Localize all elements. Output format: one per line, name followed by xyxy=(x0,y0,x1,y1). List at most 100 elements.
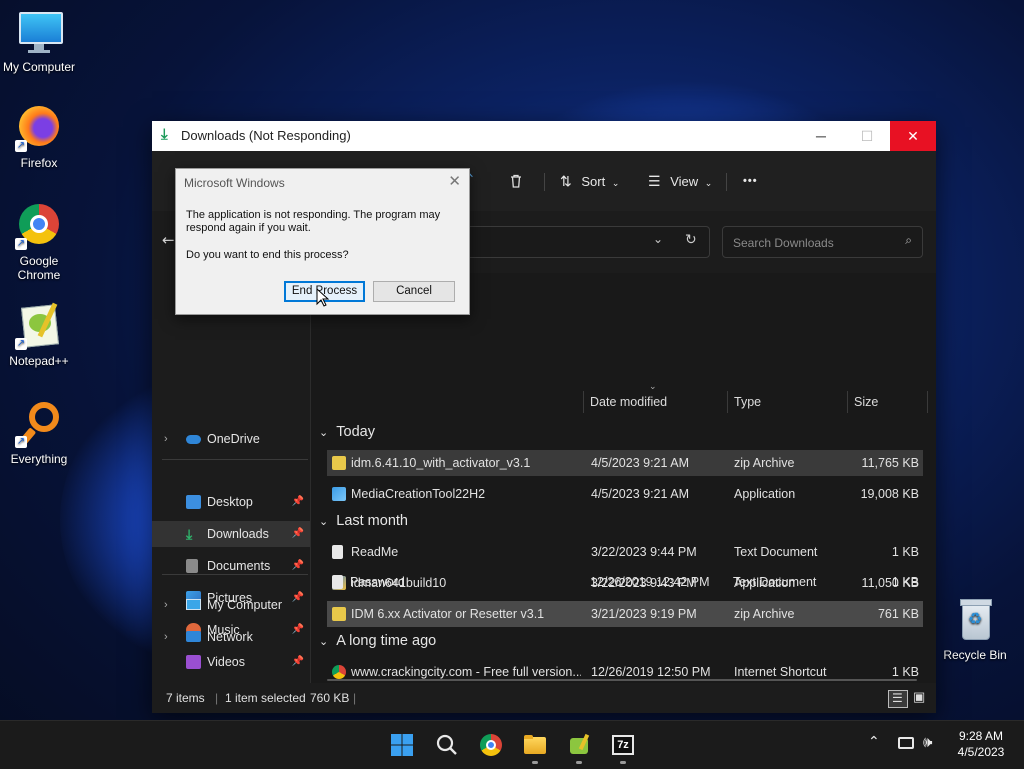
desktop-icon-label: Google Chrome xyxy=(17,254,61,282)
minimize-button[interactable]: ─ xyxy=(798,121,844,151)
chevron-down-icon: ⌄ xyxy=(319,427,329,439)
sort-button[interactable]: ⇅ Sort ⌄ xyxy=(560,167,619,195)
desktop-icon-chrome[interactable]: ↗ Google Chrome xyxy=(1,202,77,282)
column-separator[interactable] xyxy=(847,391,848,413)
desktop-icon-firefox[interactable]: ↗ Firefox xyxy=(1,104,77,170)
desktop-icon-label: Everything xyxy=(10,452,68,466)
file-row-selected[interactable]: IDM 6.xx Activator or Resetter v3.1 3/21… xyxy=(327,601,923,627)
column-header-type[interactable]: Type xyxy=(734,391,761,413)
nav-separator xyxy=(162,574,308,575)
pin-icon: 📌 xyxy=(291,560,304,571)
tiles-view-button[interactable]: ▣ xyxy=(912,689,928,706)
address-history-chevron-icon[interactable]: ⌄ xyxy=(653,232,663,246)
column-header-size[interactable]: Size xyxy=(854,391,878,413)
chevron-down-icon: ⌄ xyxy=(319,516,329,528)
nav-item-documents[interactable]: Documents 📌 xyxy=(152,553,310,579)
chevron-down-icon: ⌄ xyxy=(319,636,329,648)
delete-button[interactable] xyxy=(508,167,532,195)
desktop-icon-my-computer[interactable]: My Computer xyxy=(1,8,77,74)
recycle-bin-icon: ♻ xyxy=(951,596,999,644)
trash-icon xyxy=(511,174,521,188)
more-options-button[interactable]: ••• xyxy=(743,167,758,195)
desktop-icon-everything[interactable]: ↗ Everything xyxy=(1,400,77,466)
window-title: Downloads (Not Responding) xyxy=(181,128,351,143)
everything-search-icon: ↗ xyxy=(15,400,63,448)
clock[interactable]: 9:28 AM 4/5/2023 xyxy=(946,728,1016,760)
windows-logo-icon xyxy=(391,734,413,756)
search-box[interactable]: ⌕ xyxy=(722,226,923,258)
search-input[interactable] xyxy=(731,233,895,253)
folder-tab xyxy=(524,735,533,739)
pin-icon: 📌 xyxy=(291,528,304,539)
column-separator[interactable] xyxy=(583,391,584,413)
file-row[interactable]: www.crackingcity.com - Free full version… xyxy=(327,659,923,685)
start-button[interactable] xyxy=(390,733,414,757)
search-button[interactable] xyxy=(435,733,459,757)
status-item-count: 7 items xyxy=(166,691,205,705)
view-label: View xyxy=(670,174,699,189)
search-icon: ⌕ xyxy=(905,233,912,247)
file-row[interactable]: MediaCreationTool22H2 4/5/2023 9:21 AM A… xyxy=(327,481,923,507)
videos-icon xyxy=(186,655,201,669)
column-header-date[interactable]: Date modified xyxy=(590,391,667,413)
dialog-message: The application is not responding. The p… xyxy=(186,209,441,234)
nav-item-network[interactable]: › Network xyxy=(152,624,310,650)
nav-item-videos[interactable]: Videos 📌 xyxy=(152,649,310,675)
maximize-button[interactable]: ☐ xyxy=(844,121,890,151)
search-icon xyxy=(436,734,457,755)
dialog-close-icon[interactable]: ✕ xyxy=(448,172,461,190)
nav-item-downloads[interactable]: ⤓ Downloads 📌 xyxy=(152,521,310,547)
desktop-icon-label: Recycle Bin xyxy=(943,648,1007,662)
file-row[interactable]: Password 12/26/2019 12:42 PM Text Docume… xyxy=(327,569,923,595)
file-row[interactable]: idm.6.41.10_with_activator_v3.1 4/5/2023… xyxy=(327,450,923,476)
taskbar-chrome[interactable] xyxy=(479,733,503,757)
zip-archive-icon xyxy=(332,456,346,470)
application-icon xyxy=(332,487,346,501)
taskbar: 7z ⌃ 🕪 9:28 AM 4/5/2023 xyxy=(0,720,1024,769)
mouse-cursor-icon xyxy=(316,288,330,307)
desktop-icon-recycle-bin[interactable]: ♻ Recycle Bin xyxy=(937,596,1013,662)
text-document-icon xyxy=(332,545,343,559)
desktop-icon-notepad-plus-plus[interactable]: ↗ Notepad++ xyxy=(1,302,77,368)
dialog-question: Do you want to end this process? xyxy=(186,249,349,261)
running-indicator xyxy=(576,761,582,764)
chevron-right-icon: › xyxy=(164,433,168,445)
details-view-button[interactable]: ☰ xyxy=(888,690,908,708)
volume-icon[interactable]: 🕪 xyxy=(923,733,932,751)
sort-icon: ⇅ xyxy=(560,173,572,189)
taskbar-file-explorer[interactable] xyxy=(523,733,547,757)
column-separator[interactable] xyxy=(727,391,728,413)
chevron-right-icon: › xyxy=(164,599,168,611)
back-button[interactable]: ← xyxy=(162,231,175,249)
desktop-icon-label: My Computer xyxy=(2,60,76,74)
group-header-long-ago[interactable]: ⌄ A long time ago xyxy=(319,633,436,649)
toolbar-separator xyxy=(726,173,727,191)
address-bar[interactable]: ⌄ ↻ xyxy=(452,226,710,258)
group-header-today[interactable]: ⌄ Today xyxy=(319,424,375,440)
view-button[interactable]: ☰ View ⌄ xyxy=(648,167,712,195)
refresh-icon[interactable]: ↻ xyxy=(685,232,697,248)
taskbar-notepad-plus-plus[interactable] xyxy=(567,733,591,757)
firefox-icon: ↗ xyxy=(15,104,63,152)
status-size: 760 KB xyxy=(310,691,350,705)
cancel-button[interactable]: Cancel xyxy=(373,281,455,302)
nav-item-onedrive[interactable]: › OneDrive xyxy=(152,426,310,452)
close-button[interactable]: ✕ xyxy=(890,121,936,151)
chrome-icon: ↗ xyxy=(15,202,63,250)
nav-item-desktop[interactable]: Desktop 📌 xyxy=(152,489,310,515)
cloud-icon xyxy=(186,435,201,444)
show-hidden-icons-button[interactable]: ⌃ xyxy=(868,734,880,750)
file-row[interactable]: ReadMe 3/22/2023 9:44 PM Text Document 1… xyxy=(327,539,923,565)
horizontal-scrollbar[interactable] xyxy=(327,679,917,681)
nav-separator xyxy=(162,459,308,460)
download-arrow-icon: ⤓ xyxy=(161,126,168,143)
group-header-last-month[interactable]: ⌄ Last month xyxy=(319,513,408,529)
network-status-icon[interactable] xyxy=(898,737,914,749)
column-separator[interactable] xyxy=(927,391,928,413)
documents-icon xyxy=(186,559,198,573)
nav-item-my-computer[interactable]: › My Computer xyxy=(152,592,310,618)
chevron-down-icon: ⌄ xyxy=(704,178,713,188)
window-titlebar[interactable]: ⤓ Downloads (Not Responding) ─ ☐ ✕ xyxy=(152,121,936,151)
toolbar-separator xyxy=(544,173,545,191)
taskbar-7zip[interactable]: 7z xyxy=(611,733,635,757)
